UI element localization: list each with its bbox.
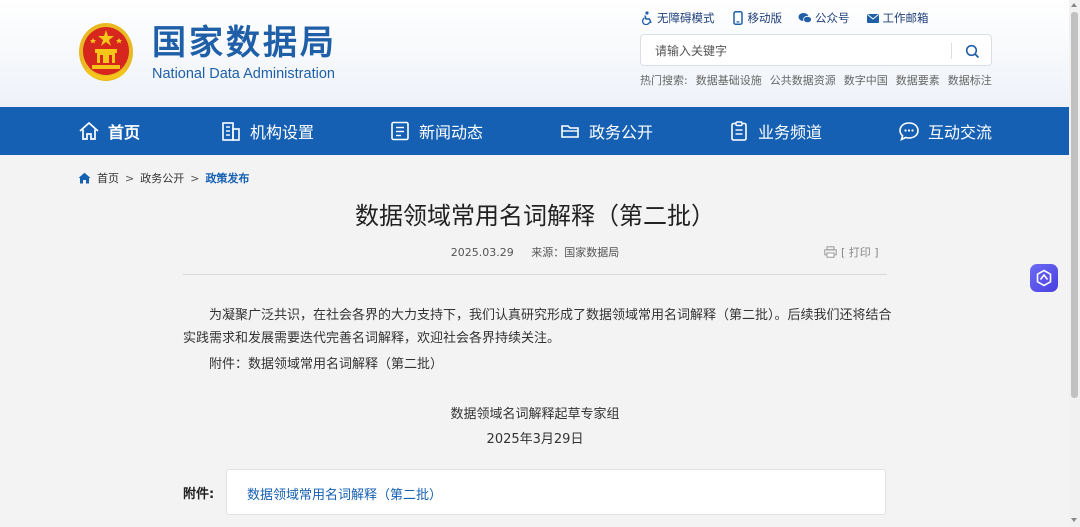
accessibility-mode-label: 无障碍模式 [657, 11, 715, 25]
accessibility-mode-link[interactable]: 无障碍模式 [640, 9, 715, 27]
attachment-label: 附件: [183, 487, 215, 502]
news-icon [391, 121, 409, 141]
scroll-up-arrow-icon[interactable] [1071, 3, 1077, 7]
mobile-version-link[interactable]: 移动版 [731, 9, 783, 27]
site-name-cn[interactable]: 国家数据局 [152, 22, 337, 64]
nav-item-interaction[interactable]: 互动交流 [898, 107, 992, 155]
hot-search-item[interactable]: 公共数据资源 [770, 72, 836, 88]
breadcrumb: 首页 > 政务公开 > 政策发布 [78, 170, 249, 186]
work-mail-label: 工作邮箱 [882, 11, 929, 25]
article-date: 2025.03.29 [450, 246, 514, 259]
breadcrumb-separator: > [190, 171, 200, 185]
attachment-link[interactable]: 数据领域常用名词解释（第二批） [247, 484, 442, 503]
print-button[interactable]: [ 打印 ] [824, 244, 879, 260]
home-icon [78, 172, 91, 184]
site-name-en[interactable]: National Data Administration [152, 66, 335, 82]
wechat-icon [798, 13, 812, 24]
breadcrumb-government-affairs[interactable]: 政务公开 [140, 170, 184, 186]
wechat-link[interactable]: 公众号 [798, 9, 850, 27]
article-signature: 数据领域名词解释起草专家组 [450, 407, 620, 422]
work-mail-link[interactable]: 工作邮箱 [866, 9, 929, 27]
wechat-label: 公众号 [815, 11, 850, 25]
search-button[interactable] [959, 39, 985, 63]
scroll-down-arrow-icon[interactable] [1071, 518, 1077, 522]
home-icon [79, 121, 99, 140]
hot-search-item[interactable]: 数字中国 [844, 72, 888, 88]
search-input[interactable] [655, 41, 945, 61]
hot-search-item[interactable]: 数据标注 [948, 72, 992, 88]
title-divider [183, 274, 887, 275]
building-icon [222, 122, 240, 141]
scrollbar-thumb[interactable] [1071, 12, 1078, 398]
nav-item-business[interactable]: 业务频道 [728, 107, 822, 155]
search-divider [951, 43, 952, 59]
hot-search-item[interactable]: 数据要素 [896, 72, 940, 88]
hot-search-label: 热门搜索: [640, 74, 688, 87]
mail-icon [866, 14, 879, 23]
hot-search: 热门搜索: 数据基础设施 公共数据资源 数字中国 数据要素 数据标注 [640, 72, 992, 88]
main-nav: 首页 机构设置 新闻动态 政务公开 业务频道 互动交流 [0, 107, 1080, 155]
nav-item-label: 互动交流 [928, 123, 993, 142]
hot-search-item[interactable]: 数据基础设施 [696, 72, 762, 88]
printer-icon [824, 246, 837, 258]
nav-item-government-affairs[interactable]: 政务公开 [559, 107, 653, 155]
accessibility-icon [642, 11, 652, 25]
top-links: 无障碍模式 移动版 公众号 工作邮箱 [640, 9, 929, 27]
folder-icon [561, 125, 579, 138]
nav-item-organization[interactable]: 机构设置 [220, 107, 314, 155]
assistant-icon [1036, 269, 1052, 287]
search-icon [965, 44, 979, 58]
article-title: 数据领域常用名词解释（第二批） [355, 202, 715, 230]
mobile-icon [732, 11, 743, 25]
article-signature-date: 2025年3月29日 [486, 432, 584, 447]
breadcrumb-policy-release[interactable]: 政策发布 [205, 170, 249, 186]
nav-item-label: 新闻动态 [419, 123, 484, 142]
search-box [640, 34, 992, 66]
nav-item-label: 业务频道 [758, 123, 823, 142]
article-paragraph: 为凝聚广泛共识，在社会各界的大力支持下，我们认真研究形成了数据领域常用名词解释（… [183, 308, 892, 346]
nav-item-home[interactable]: 首页 [78, 107, 140, 155]
nav-item-news[interactable]: 新闻动态 [389, 107, 483, 155]
clipboard-icon [731, 121, 747, 141]
article-meta: 2025.03.29 来源：国家数据局 [183, 244, 887, 260]
nav-item-label: 首页 [108, 123, 141, 142]
attachment-box: 数据领域常用名词解释（第二批） [226, 469, 886, 515]
chat-icon [899, 122, 919, 141]
article-source: 来源：国家数据局 [531, 246, 620, 259]
site-header: 国家数据局 National Data Administration 无障碍模式… [0, 0, 1080, 107]
print-label: [ 打印 ] [841, 246, 879, 259]
breadcrumb-home[interactable]: 首页 [97, 170, 119, 186]
nav-item-label: 机构设置 [250, 123, 315, 142]
article-attachment-note: 附件：数据领域常用名词解释（第二批） [209, 357, 444, 372]
nav-item-label: 政务公开 [589, 123, 654, 142]
national-emblem-icon [79, 23, 133, 81]
vertical-scrollbar[interactable] [1069, 0, 1080, 527]
mobile-version-label: 移动版 [747, 11, 783, 25]
breadcrumb-separator: > [125, 171, 135, 185]
assistant-widget-button[interactable] [1030, 264, 1058, 292]
